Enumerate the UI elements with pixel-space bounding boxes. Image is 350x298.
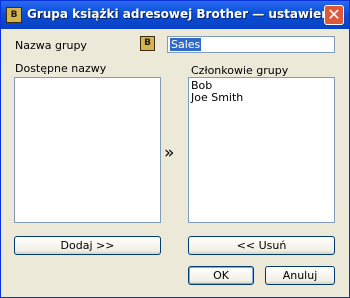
remove-button[interactable]: << Usuń	[188, 236, 335, 255]
title-bar[interactable]: B Grupa książki adresowej Brother — usta…	[1, 1, 349, 29]
close-button[interactable]: ✕	[324, 5, 344, 25]
address-book-icon: B	[6, 7, 22, 23]
available-names-list[interactable]	[14, 77, 161, 223]
transfer-arrow-icon: »	[164, 143, 175, 163]
ok-button[interactable]: OK	[188, 266, 254, 285]
available-names-label: Dostępne nazwy	[15, 62, 107, 75]
close-icon: ✕	[327, 5, 341, 24]
dialog-window: B Grupa książki adresowej Brother — usta…	[0, 0, 350, 298]
group-name-value: Sales	[170, 38, 202, 51]
list-item[interactable]: Joe Smith	[191, 92, 332, 104]
group-name-input[interactable]: Sales	[167, 36, 335, 53]
group-name-label: Nazwa grupy	[15, 39, 87, 52]
group-members-list[interactable]: Bob Joe Smith	[188, 77, 335, 223]
window-title: Grupa książki adresowej Brother — ustawi…	[27, 7, 343, 21]
group-icon: B	[140, 36, 155, 51]
cancel-button[interactable]: Anuluj	[265, 266, 335, 285]
add-button[interactable]: Dodaj >>	[14, 236, 161, 255]
group-members-label: Członkowie grupy	[191, 64, 289, 77]
